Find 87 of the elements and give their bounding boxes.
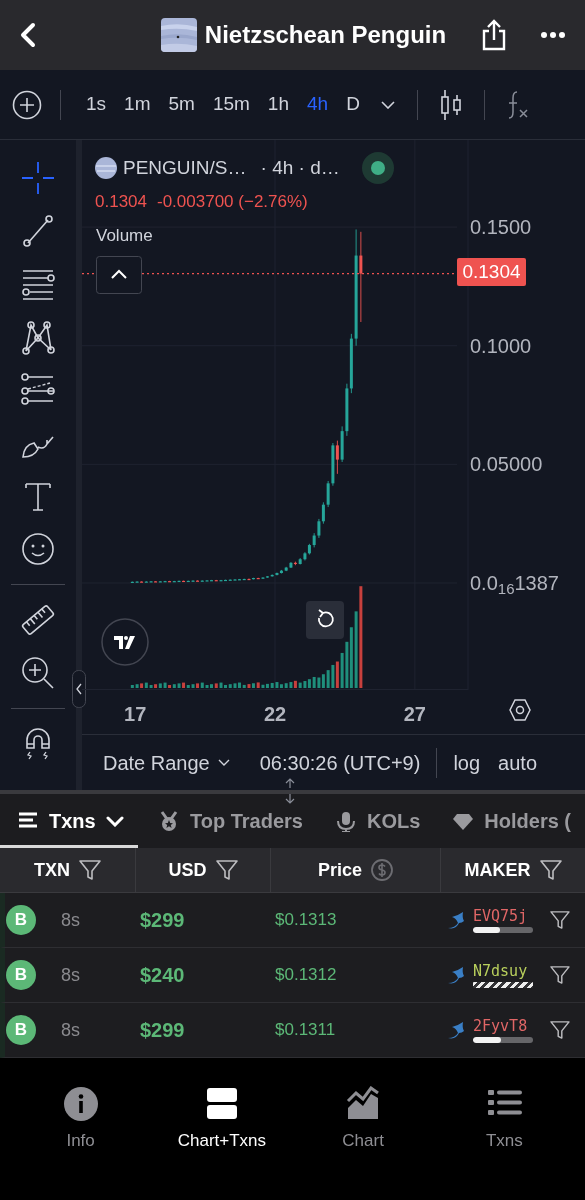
price-axis-label: 0.1500: [470, 217, 532, 238]
maker-address[interactable]: N7dsuy: [473, 961, 533, 981]
reset-chart-icon[interactable]: [306, 601, 344, 639]
price-axis-label: 0.0$_{16}$1387: [470, 573, 559, 593]
timeframe-tab[interactable]: 1s: [79, 90, 114, 119]
maker-meter: [473, 927, 533, 934]
interval-label: · 4h · d…: [260, 155, 340, 180]
price-axis-label: 0.05000: [470, 454, 543, 475]
volume-label: Volume: [96, 225, 153, 247]
indicators-icon[interactable]: [506, 89, 529, 120]
tab[interactable]: Top Traders: [158, 794, 303, 848]
time-axis-label: 27: [403, 702, 426, 727]
price-value: $0.1312: [275, 964, 338, 987]
timeframe-tab[interactable]: 4h: [300, 90, 336, 119]
tab[interactable]: KOLs: [335, 794, 421, 848]
column-header: USD: [168, 858, 207, 882]
price-value: $0.1311: [275, 1019, 337, 1042]
timeframe-tab[interactable]: D: [339, 90, 367, 119]
filter-icon[interactable]: [550, 1021, 570, 1039]
microphone-icon: [335, 810, 357, 832]
back-icon[interactable]: [20, 22, 36, 48]
collapse-volume-button[interactable]: [96, 256, 142, 294]
nav-tab[interactable]: Chart+Txns: [151, 1086, 292, 1156]
buy-badge: B: [6, 1015, 36, 1045]
usd-amount: $240: [140, 963, 186, 988]
usd-amount: $299: [140, 1018, 186, 1043]
usd-amount: $299: [140, 908, 186, 933]
maker-address[interactable]: 2FyvT8: [473, 1016, 533, 1036]
settings-icon[interactable]: [509, 699, 531, 721]
fib-lines-icon[interactable]: [20, 372, 56, 408]
add-icon[interactable]: [12, 89, 42, 120]
filter-icon[interactable]: [550, 911, 570, 929]
timeframe-tab[interactable]: 5m: [161, 90, 202, 119]
scale-toggle[interactable]: log: [453, 747, 481, 778]
share-icon[interactable]: [481, 19, 507, 51]
scale-toggle[interactable]: auto: [498, 747, 538, 778]
price-value: $0.1313: [275, 909, 338, 932]
crosshair-icon[interactable]: [20, 160, 56, 196]
date-range-button[interactable]: Date Range: [103, 747, 210, 778]
resize-handle-icon[interactable]: [284, 778, 296, 804]
ruler-icon[interactable]: [20, 602, 56, 638]
live-status-icon: [361, 152, 394, 184]
chevron-down-icon[interactable]: [217, 759, 230, 766]
nav-tab[interactable]: Info: [10, 1086, 151, 1156]
trend-line-icon[interactable]: [20, 213, 56, 249]
buy-badge: B: [6, 960, 36, 990]
chevron-down-icon: [105, 815, 124, 827]
column-header: TXN: [34, 858, 70, 882]
filter-icon[interactable]: [79, 860, 101, 880]
tab[interactable]: Holders (: [452, 794, 572, 848]
nav-tab[interactable]: Txns: [434, 1086, 575, 1156]
price-change: -0.003700 (−2.76%): [157, 191, 308, 213]
current-price-tag: 0.1304: [457, 258, 526, 286]
pair-symbol: PENGUIN/S…: [123, 155, 247, 180]
nav-tab[interactable]: Chart: [293, 1086, 434, 1156]
timeframe-tab[interactable]: 1h: [260, 90, 296, 119]
filter-icon[interactable]: [215, 860, 238, 880]
token-title: Nietzschean Penguin: [204, 20, 447, 50]
dollar-icon: [371, 859, 393, 881]
timeframe-tab[interactable]: 1m: [117, 90, 158, 119]
timeframe-tab[interactable]: 15m: [205, 90, 257, 119]
maker-address[interactable]: EVQ75j: [473, 906, 533, 926]
time-axis-label: 22: [263, 702, 287, 727]
column-header: MAKER: [464, 858, 531, 882]
tradingview-logo: [101, 618, 149, 666]
buy-badge: B: [6, 905, 36, 935]
smiley-icon[interactable]: [20, 531, 56, 567]
age-text: 8s: [61, 963, 80, 987]
dropdown-caret-icon[interactable]: [380, 100, 395, 109]
clock-time: 06:30:26 (UTC+9): [259, 750, 421, 776]
collapse-handle[interactable]: [72, 670, 86, 708]
zoom-in-icon[interactable]: [20, 655, 56, 691]
medal-icon: [158, 810, 180, 832]
filter-icon[interactable]: [550, 966, 570, 984]
last-price: 0.1304: [95, 191, 147, 213]
time-axis-label: 17: [124, 702, 147, 727]
pattern-icon[interactable]: [20, 319, 56, 355]
column-header: Price: [317, 858, 362, 882]
maker-meter: [473, 1037, 533, 1044]
more-icon[interactable]: [541, 32, 565, 38]
age-text: 8s: [61, 908, 80, 932]
tab[interactable]: Txns: [0, 794, 138, 848]
price-axis-label: 0.1000: [470, 335, 532, 356]
filter-icon[interactable]: [539, 860, 562, 880]
info-icon: [62, 1086, 99, 1122]
candles-icon[interactable]: [439, 88, 462, 121]
age-text: 8s: [61, 1018, 80, 1042]
